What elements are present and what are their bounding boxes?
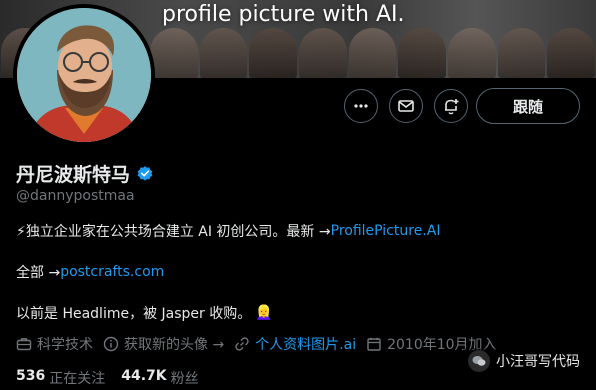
bio-link-postcrafts[interactable]: postcrafts.com (60, 264, 164, 280)
following-count[interactable]: 536 (16, 368, 45, 388)
bio-text: ⚡独立企业家在公共场合建立 AI 初创公司。最新 → (16, 224, 331, 240)
more-icon (354, 104, 368, 108)
link-icon (235, 337, 249, 351)
person-emoji: 👱‍♀️ (255, 305, 273, 321)
bio-line-3: 以前是 Headlime，被 Jasper 收购。 👱‍♀️ (16, 303, 273, 323)
meta-cta: 获取新的头像 → (103, 334, 224, 354)
mail-icon (398, 100, 414, 112)
profile-meta: 科学技术 获取新的头像 → 个人资料图片.ai 2010年10月加入 (16, 334, 507, 354)
followers-count[interactable]: 44.7K (121, 368, 166, 388)
info-icon (103, 336, 119, 352)
notify-plus-icon (445, 99, 459, 115)
banner-text: profile picture with AI. (162, 2, 405, 27)
notify-button[interactable] (434, 89, 468, 123)
category-text: 科学技术 (37, 337, 93, 353)
meta-category: 科学技术 (16, 334, 93, 354)
followers-label[interactable]: 粉丝 (171, 368, 199, 388)
more-button[interactable] (344, 89, 378, 123)
bio-line-1: ⚡独立企业家在公共场合建立 AI 初创公司。最新 → ProfilePictur… (16, 221, 440, 241)
website-link[interactable]: 个人资料图片.ai (255, 334, 356, 354)
follow-button[interactable]: 跟随 (476, 88, 580, 124)
watermark-text: 小汪哥写代码 (496, 354, 580, 370)
bio-link-profilepicture[interactable]: ProfilePicture.AI (331, 223, 441, 239)
bio-text: 全部 → (16, 265, 61, 281)
message-button[interactable] (389, 89, 423, 123)
avatar[interactable] (13, 4, 155, 146)
briefcase-icon (16, 338, 32, 351)
wechat-icon (468, 350, 490, 372)
cta-text: 获取新的头像 → (124, 337, 225, 353)
meta-website[interactable]: 个人资料图片.ai (234, 334, 356, 354)
bio-line-2: 全部 → postcrafts.com (16, 262, 164, 282)
following-label[interactable]: 正在关注 (49, 368, 105, 388)
follow-stats: 536 正在关注 44.7K 粉丝 (16, 368, 215, 388)
verified-badge-icon[interactable] (136, 165, 154, 183)
name-row: 丹尼波斯特马 (16, 160, 154, 187)
watermark: 小汪哥写代码 (462, 348, 586, 374)
avatar-portrait (17, 8, 151, 142)
handle: @dannypostmaa (16, 188, 135, 204)
bio-text: 以前是 Headlime，被 Jasper 收购。 (16, 306, 252, 322)
display-name: 丹尼波斯特马 (16, 164, 131, 186)
calendar-icon (367, 337, 381, 351)
